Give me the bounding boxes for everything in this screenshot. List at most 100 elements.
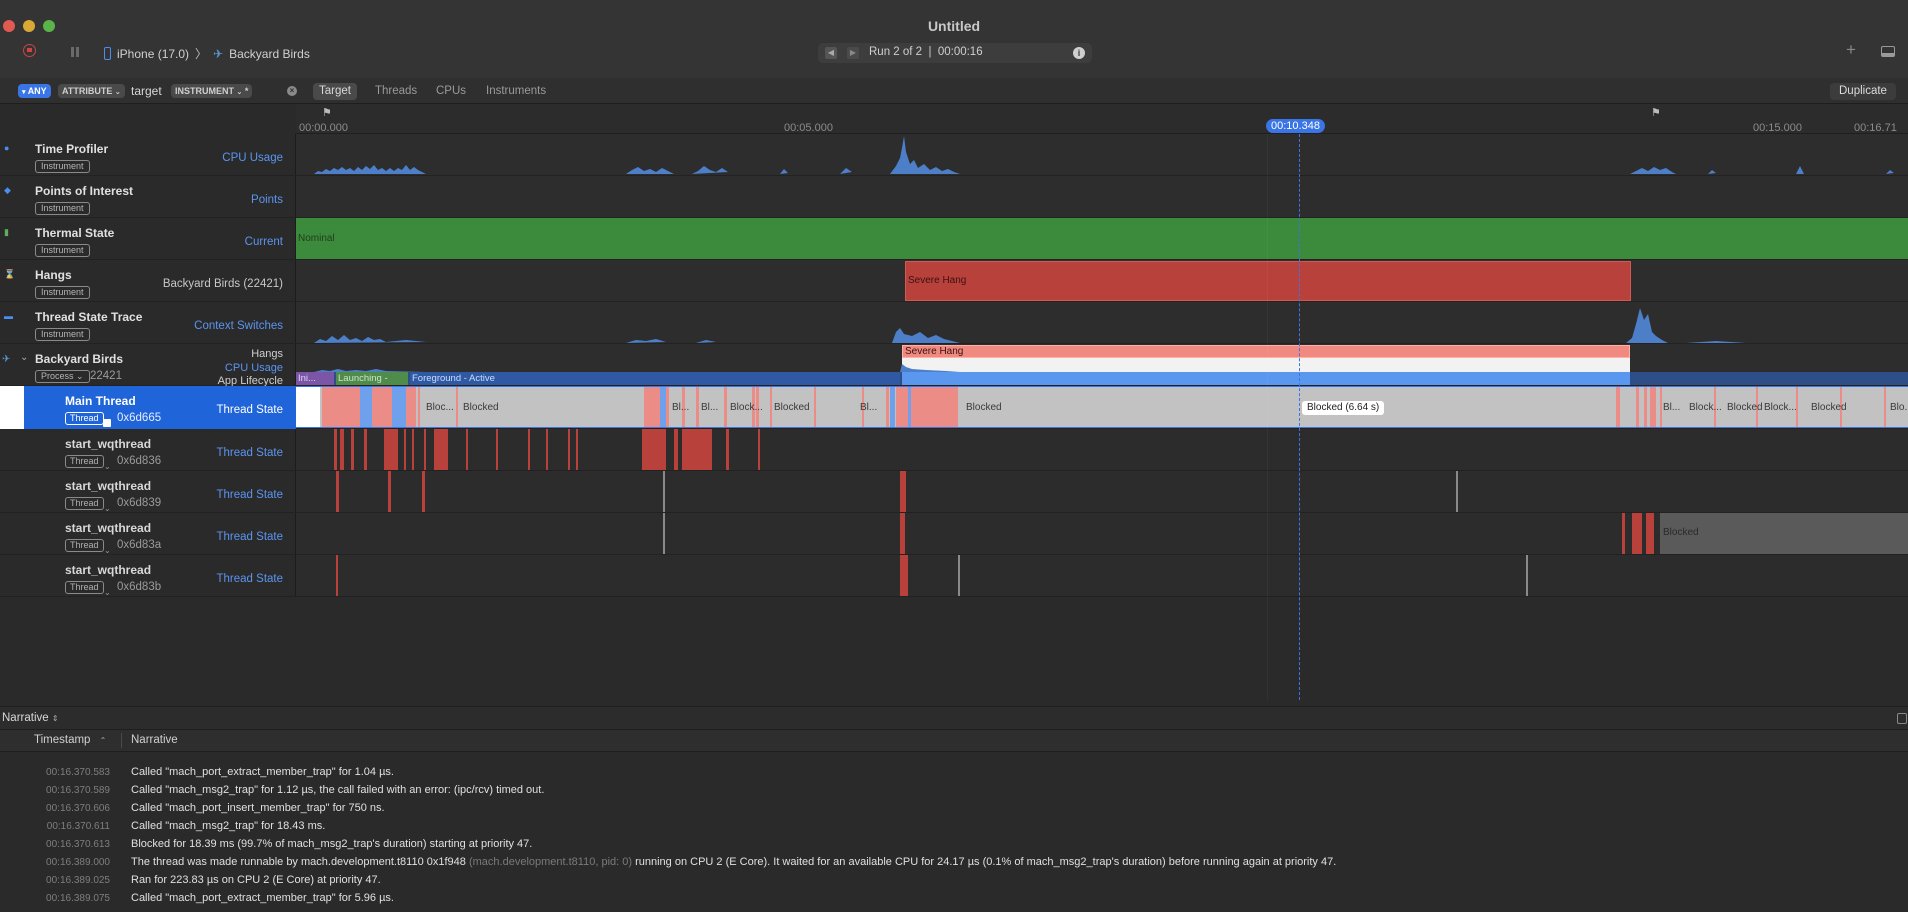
title-bar: Untitled iPhone (17.0) 〉 ✈ Backyard Bird… <box>0 0 1908 79</box>
lifecycle-segment-hang-active[interactable] <box>902 372 1630 385</box>
sidebar-icon <box>1882 53 1894 56</box>
flag-icon[interactable]: ⚑ <box>1651 106 1661 119</box>
thread-name: start_wqthread <box>65 437 152 451</box>
instrument-token[interactable]: INSTRUMENT ⌄ * <box>171 84 253 98</box>
instrument-detail: CPU Usage <box>222 152 283 164</box>
previous-run-button[interactable]: ◀ <box>825 47 837 59</box>
narrative-row[interactable]: 00:16.370.606 Called "mach_port_insert_m… <box>0 800 1908 818</box>
thread-id: 0x6d83a <box>117 539 162 551</box>
narrative-timestamp: 00:16.389.025 <box>46 875 110 886</box>
sub-track-cpu-usage: CPU Usage <box>224 362 283 374</box>
tick-label: 00:00.000 <box>299 122 348 134</box>
thread-badge: Thread <box>65 412 104 425</box>
state-tooltip: Blocked (6.64 s) <box>1302 401 1385 415</box>
thread-detail: Thread State <box>216 404 283 416</box>
flag-icon[interactable]: ⚑ <box>322 106 332 119</box>
duplicate-button[interactable]: Duplicate <box>1830 83 1896 100</box>
narrative-timestamp: 00:16.370.613 <box>46 839 110 850</box>
narrative-list[interactable]: 00:16.370.583 Called "mach_port_extract_… <box>0 752 1908 912</box>
track-hangs[interactable]: ⌛ Hangs Instrument Backyard Birds (22421… <box>0 260 1908 302</box>
track-thread-0x6d83b[interactable]: start_wqthread Thread ⌄ 0x6d83b Thread S… <box>0 555 1908 597</box>
clear-filter-icon[interactable]: × <box>287 86 297 96</box>
add-instrument-button[interactable]: + <box>1846 40 1856 60</box>
attribute-token[interactable]: ATTRIBUTE ⌄ <box>58 84 125 98</box>
instrument-label: INSTRUMENT <box>175 86 234 96</box>
track-thermal-state[interactable]: ▮ Thermal State Instrument Current Nomin… <box>0 218 1908 260</box>
sub-track-hangs: Hangs <box>251 348 283 360</box>
track-points-of-interest[interactable]: ◆ Points of Interest Instrument Points <box>0 176 1908 218</box>
narrative-row[interactable]: 00:16.370.589 Called "mach_msg2_trap" fo… <box>0 782 1908 800</box>
track-process-backyard-birds[interactable]: ✈ ⌄ Backyard Birds Process ⌄ 22421 Hangs… <box>0 344 1908 387</box>
instrument-badge: Instrument <box>35 286 90 299</box>
filter-text[interactable]: target <box>131 84 162 98</box>
thread-badge: Thread <box>65 581 104 594</box>
blocked-label: Blocked <box>1663 527 1699 538</box>
playhead-label[interactable]: 00:10.348 <box>1266 119 1325 133</box>
track-header: start_wqthread Thread ⌄ 0x6d836 Thread S… <box>0 429 296 471</box>
narrative-row[interactable]: 00:16.389.000 The thread was made runnab… <box>0 854 1908 872</box>
pause-button[interactable] <box>71 45 79 60</box>
lifecycle-segment-init[interactable]: Ini... <box>296 372 334 385</box>
narrative-row[interactable]: 00:16.370.613 Blocked for 18.39 ms (99.7… <box>0 836 1908 854</box>
track-header: start_wqthread Thread ⌄ 0x6d83a Thread S… <box>0 513 296 555</box>
chevron-down-icon: ⌄ <box>236 89 243 96</box>
track-thread-0x6d839[interactable]: start_wqthread Thread ⌄ 0x6d839 Thread S… <box>0 471 1908 513</box>
next-run-button[interactable]: ▶ <box>847 47 859 59</box>
narrative-timestamp: 00:16.370.606 <box>46 803 110 814</box>
track-thread-0x6d836[interactable]: start_wqthread Thread ⌄ 0x6d836 Thread S… <box>0 429 1908 471</box>
tick-label: 00:16.71 <box>1854 122 1897 134</box>
state-label: Blocked <box>774 402 810 413</box>
narrative-text-part: running on CPU 2 (E Core). It waited for… <box>635 856 1337 868</box>
attribute-label: ATTRIBUTE <box>62 86 113 96</box>
narrative-row[interactable]: 00:16.370.583 Called "mach_port_extract_… <box>0 764 1908 782</box>
narrative-row[interactable]: 00:16.389.025 Ran for 223.83 µs on CPU 2… <box>0 872 1908 890</box>
lifecycle-segment-foreground[interactable]: Foreground - Active <box>410 372 900 385</box>
track-header: start_wqthread Thread ⌄ 0x6d839 Thread S… <box>0 471 296 513</box>
thread-state-marks <box>334 429 760 470</box>
state-label: Bl... <box>860 402 878 413</box>
target-app-label: Backyard Birds <box>229 46 310 61</box>
time-ruler[interactable]: ⚑ ⚑ 00:00.000 00:05.000 00:15.000 00:16.… <box>296 104 1908 134</box>
state-label: Block... <box>1764 402 1797 413</box>
any-token[interactable]: ▾ ANY <box>18 84 51 98</box>
thread-state-graph: Blocked <box>296 513 1908 554</box>
detail-view-selector[interactable]: Narrative ⇕ <box>2 712 59 724</box>
inspector-toggle-icon[interactable] <box>1897 713 1907 724</box>
instrument-badge: Instrument <box>35 202 90 215</box>
column-timestamp[interactable]: Timestamp ⌃ <box>34 734 106 746</box>
track-main-thread[interactable]: Main Thread Thread 0x6d665 Thread State <box>0 386 1908 429</box>
scope-tab-threads[interactable]: Threads <box>369 83 423 100</box>
instrument-detail: Points <box>251 194 283 206</box>
target-selector[interactable]: iPhone (17.0) 〉 ✈ Backyard Birds <box>104 45 310 62</box>
chevron-down-icon: ▾ <box>22 89 26 96</box>
narrative-timestamp: 00:16.389.000 <box>46 857 110 868</box>
info-icon[interactable]: i <box>1073 47 1085 59</box>
thread-detail: Thread State <box>216 531 283 543</box>
track-thread-state-trace[interactable]: ▬ Thread State Trace Instrument Context … <box>0 302 1908 344</box>
state-label: Blocked <box>1727 402 1763 413</box>
disclosure-chevron-icon[interactable]: ⌄ <box>20 352 28 363</box>
severe-hang-interval[interactable]: Severe Hang <box>905 261 1631 301</box>
lifecycle-segment-launching[interactable]: Launching - Ini... <box>336 372 408 385</box>
record-stop-button[interactable] <box>23 44 36 57</box>
narrative-row[interactable]: 00:16.389.075 Called "mach_port_extract_… <box>0 890 1908 908</box>
detail-pane-header: Narrative ⇕ <box>0 706 1908 730</box>
column-narrative[interactable]: Narrative <box>131 734 178 746</box>
scope-tab-cpus[interactable]: CPUs <box>430 83 472 100</box>
toggle-sidebar-button[interactable] <box>1881 46 1895 57</box>
thread-id: 0x6d83b <box>117 581 162 593</box>
scope-tab-target[interactable]: Target <box>313 83 357 100</box>
up-down-chevron-icon: ⇕ <box>51 714 59 723</box>
track-thread-0x6d83a[interactable]: start_wqthread Thread ⌄ 0x6d83a Thread S… <box>0 513 1908 555</box>
device-label: iPhone (17.0) <box>117 46 190 61</box>
narrative-row[interactable]: 00:16.370.611 Called "mach_msg2_trap" fo… <box>0 818 1908 836</box>
track-time-profiler[interactable]: ● Time Profiler Instrument CPU Usage <box>0 134 1908 176</box>
thread-state-marks <box>336 555 1528 596</box>
scope-tab-instruments[interactable]: Instruments <box>480 83 552 100</box>
thermal-band: Nominal <box>296 218 1908 259</box>
grid-line <box>1267 134 1268 700</box>
selection-highlight <box>0 386 24 429</box>
instrument-name: Thread State Trace <box>35 310 143 324</box>
points-of-interest-icon: ◆ <box>4 185 11 195</box>
column-divider[interactable] <box>121 733 122 748</box>
